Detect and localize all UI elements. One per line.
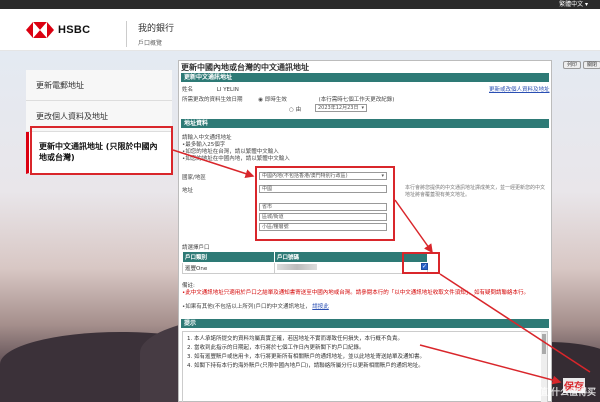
note-link[interactable]: 請按此 xyxy=(312,304,329,310)
section-header-address: 地址資料 xyxy=(181,119,549,128)
print-button[interactable]: 列印 xyxy=(562,61,581,69)
note-line-2: •如果有其他(不包括以上所列)戶口的中文通訊地址， 請按此 xyxy=(182,302,329,310)
tip-item: 4. 如閣下持有本行的海外賬戶(只限中國內地戶口)，請聯絡所屬分行以更新相關賬戶… xyxy=(187,363,424,369)
note-line-2-text: •如果有其他(不包括以上所列)戶口的中文通訊地址， xyxy=(182,304,311,310)
masked-account-number xyxy=(277,264,317,270)
sidebar-item-update-email[interactable]: 更新電郵地址 xyxy=(26,70,172,101)
top-bar: 繁體中文 ▾ xyxy=(0,0,600,9)
account-table: 戶口類別 戶口號碼 滙豐One xyxy=(182,251,428,274)
annotation-box-address xyxy=(255,166,395,241)
radio-from[interactable]: ○ 由 xyxy=(289,105,301,113)
watermark: 值 什么值得买 xyxy=(538,388,596,398)
column-header-account-type: 戶口類別 xyxy=(182,251,275,263)
effective-date-row: 所需更改的資料生效日期 ◉ 即時生效 (本行需時七個工作天更改紀錄) xyxy=(182,95,394,103)
date-note: (本行需時七個工作天更改紀錄) xyxy=(318,97,395,103)
table-row: 滙豐One xyxy=(182,262,428,274)
close-button[interactable]: 關閉 xyxy=(582,61,600,69)
name-label: 姓名 xyxy=(182,87,194,93)
instruction-line: •如您的地址在中國內地，請以繁體中文輸入 xyxy=(182,156,290,162)
date-select[interactable]: 2023年12月23日 ▾ xyxy=(315,104,367,112)
tip-item: 2. 當收到此指示的日期起，本行將於七個工作日內更新閣下的戶口紀錄。 xyxy=(187,345,365,351)
effective-label: 所需更改的資料生效日期 xyxy=(182,97,243,103)
chevron-down-icon: ▾ xyxy=(361,105,364,111)
date-select-value: 2023年12月23日 xyxy=(318,105,359,111)
tip-item: 3. 如有滙豐賬戶或信用卡，本行將更新所有相關賬戶的通訊地址，並以此地址寄送結單… xyxy=(187,354,425,360)
tips-box: 1. 本人承諾所提交的資料均屬真實正確，若因地址不實而導致任何損失，本行概不負責… xyxy=(182,331,548,402)
account-type-cell: 滙豐One xyxy=(182,262,275,274)
region-label: 國家/地區 xyxy=(182,175,206,181)
header-divider xyxy=(126,21,127,47)
page-title: 我的銀行 xyxy=(138,24,175,34)
radio-immediate-label: 即時生效 xyxy=(264,97,287,103)
breadcrumb[interactable]: 戶口概覽 xyxy=(138,38,162,47)
account-section-label: 請選擇戶口 xyxy=(182,245,210,251)
language-select[interactable]: 繁體中文 ▾ xyxy=(559,0,588,9)
section-header-tips: 提示 xyxy=(181,319,549,328)
address-hint: 本行會將您提供的中文通訊地址譯成英文，並一經更新您的中文地址將會覆蓋現有英文地址… xyxy=(405,185,546,198)
annotation-box-sidebar xyxy=(30,126,173,175)
change-info-link[interactable]: 更新或改個人資料及地址 xyxy=(489,85,550,93)
section-header-update: 更新中文通訊地址 xyxy=(181,73,549,82)
scroll-thumb[interactable] xyxy=(542,334,546,354)
annotation-box-checkbox xyxy=(402,252,440,274)
hsbc-hexagon-icon xyxy=(26,22,54,38)
note-line-1: •此中文通訊地址只適用於戶口之結單及通知書寄送至中國內地或台灣。請參閱本行的「以… xyxy=(182,290,529,296)
brand-name: HSBC xyxy=(58,24,91,36)
site-header: HSBC 我的銀行 戶口概覽 xyxy=(0,9,600,51)
radio-immediate[interactable]: ◉ 即時生效 xyxy=(258,97,287,103)
table-header-row: 戶口類別 戶口號碼 xyxy=(182,251,428,263)
hsbc-logo[interactable]: HSBC xyxy=(26,22,90,38)
address-label: 地址 xyxy=(182,188,194,194)
tip-item: 1. 本人承諾所提交的資料均屬真實正確，若因地址不實而導致任何損失，本行概不負責… xyxy=(187,336,403,342)
radio-from-label: 由 xyxy=(295,107,302,113)
form-title: 更新中國內地或台灣的中文通訊地址 xyxy=(181,63,309,72)
name-value: LI YELIN xyxy=(216,87,239,93)
name-row: 姓名 LI YELIN xyxy=(182,85,239,93)
